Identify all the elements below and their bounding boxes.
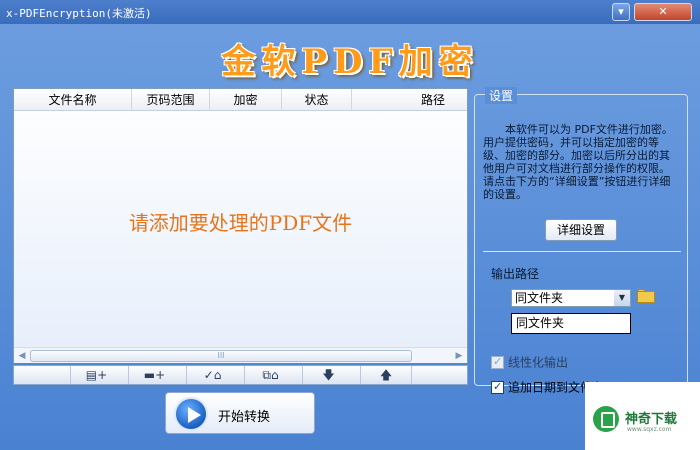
settings-legend: 设置 [485,87,518,104]
start-convert-label: 开始转换 [218,410,271,425]
output-path-input[interactable]: 同文件夹 [511,313,631,334]
folder-icon[interactable] [637,289,655,303]
app-window: x-PDFEncryption(未激活) ▾ ✕ 金软PDF加密 文件名称 页码… [0,0,700,450]
play-icon [174,397,208,431]
empty-list-hint: 请添加要处理的PDF文件 [128,211,353,235]
horizontal-scrollbar[interactable]: ◀ III ▶ [14,347,467,363]
window-title: x-PDFEncryption(未激活) [6,7,152,20]
output-path-select[interactable]: 同文件夹 ▼ [511,289,631,307]
scroll-left-arrow-icon[interactable]: ◀ [15,349,29,363]
move-down-icon[interactable]: 🡇 [302,366,354,384]
remove-all-icon[interactable]: ⧉⌂ [244,366,296,384]
file-toolbar: ▤+ ▬+ ✓⌂ ⧉⌂ 🡇 🡅 [13,365,468,385]
chevron-down-icon[interactable]: ▼ [614,290,630,306]
output-path-select-value: 同文件夹 [515,291,564,305]
move-up-icon[interactable]: 🡅 [360,366,412,384]
app-banner: 金软PDF加密 [221,42,479,82]
settings-divider [483,251,681,252]
title-bar: x-PDFEncryption(未激活) ▾ ✕ [0,0,700,24]
column-header-status[interactable]: 状态 [282,89,352,111]
file-list-header: 文件名称 页码范围 加密 状态 路径 [14,89,467,111]
linearize-output-checkbox[interactable]: 线性化输出 [491,355,691,371]
settings-group: 设置 本软件可以为 PDF文件进行加密。用户提供密码，并可以指定加密的等级、加密… [474,87,691,395]
scroll-right-arrow-icon[interactable]: ▶ [452,349,466,363]
file-list-panel[interactable]: 文件名称 页码范围 加密 状态 路径 请添加要处理的PDF文件 ◀ III ▶ [13,88,468,363]
download-logo-icon [593,406,619,432]
start-convert-button[interactable]: 开始转换 [165,392,315,434]
watermark: 神奇下载 www.sqxz.com [585,382,700,450]
detail-settings-button[interactable]: 详细设置 [545,219,617,241]
column-header-page-range[interactable]: 页码范围 [132,89,210,111]
column-header-path[interactable]: 路径 [352,89,467,111]
remove-checked-icon[interactable]: ✓⌂ [186,366,238,384]
settings-description: 本软件可以为 PDF文件进行加密。用户提供密码，并可以指定加密的等级、加密的部分… [483,123,673,201]
watermark-name: 神奇下载 [625,412,678,427]
linearize-output-label: 线性化输出 [508,355,569,370]
checkbox-checked-icon [491,380,504,394]
checkbox-checked-icon [491,355,504,369]
column-header-encryption[interactable]: 加密 [210,89,282,111]
output-path-label: 输出路径 [491,267,540,281]
add-folder-icon[interactable]: ▬+ [128,366,180,384]
minimize-button[interactable]: ▾ [612,3,630,21]
column-header-filename[interactable]: 文件名称 [14,89,132,111]
add-file-icon[interactable]: ▤+ [70,366,122,384]
close-button[interactable]: ✕ [634,3,692,21]
scroll-thumb[interactable]: III [30,350,412,362]
watermark-url: www.sqxz.com [627,426,672,433]
